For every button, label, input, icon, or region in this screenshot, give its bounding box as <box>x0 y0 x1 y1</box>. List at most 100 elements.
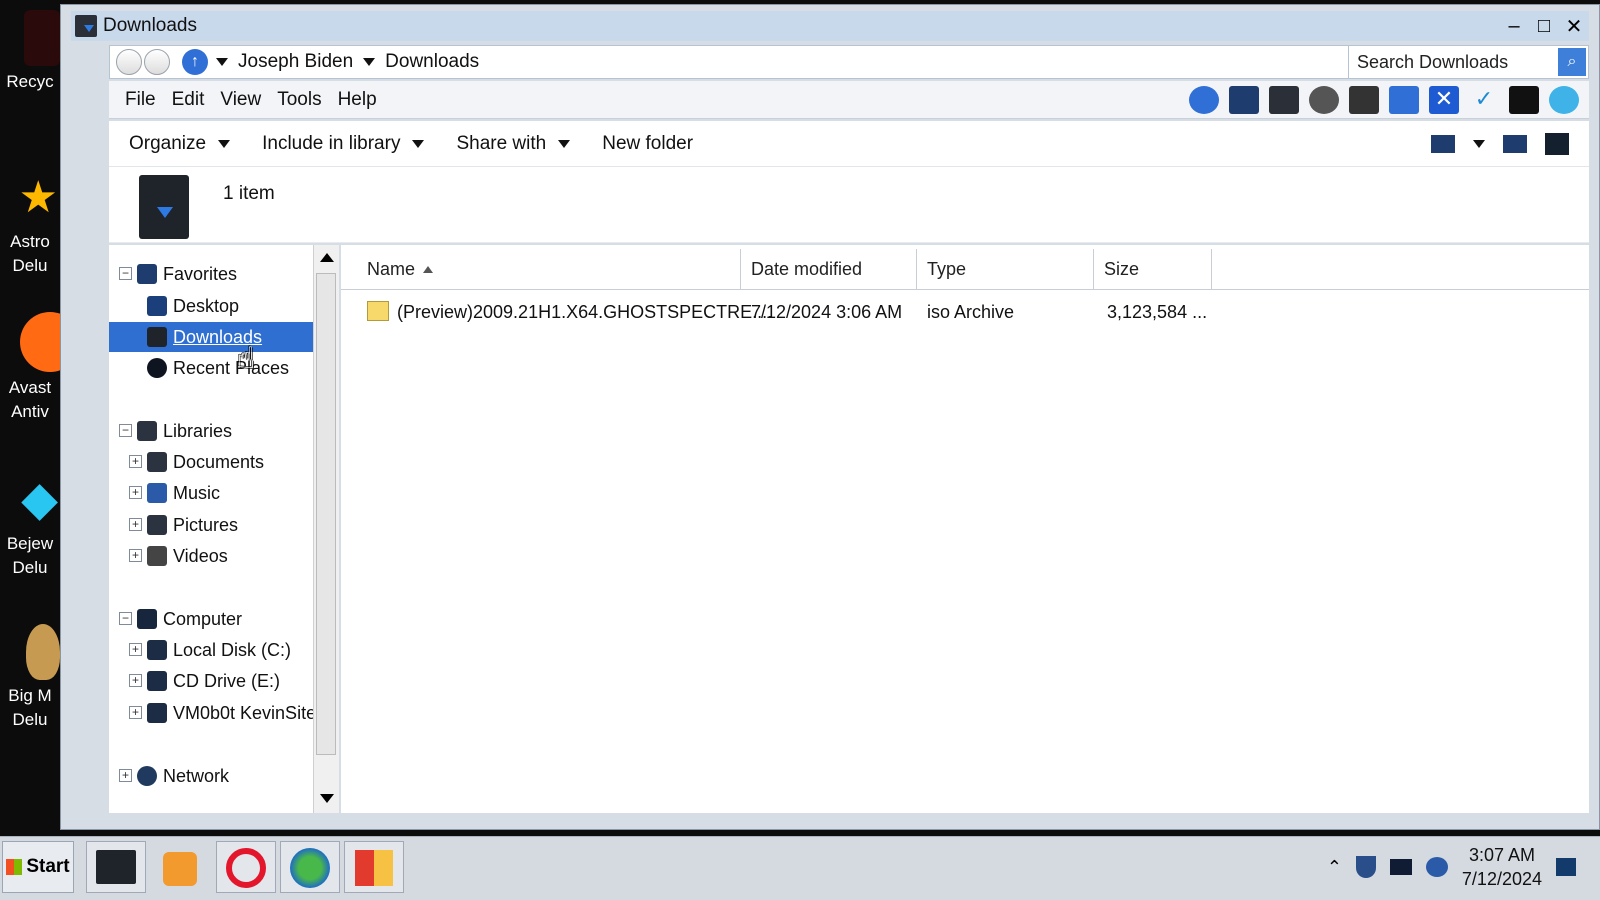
expand-icon[interactable]: + <box>129 674 142 687</box>
taskbar-ie-button[interactable] <box>280 841 340 893</box>
copy-icon[interactable] <box>1349 85 1379 114</box>
minimize-button[interactable]: – <box>1499 13 1529 39</box>
nav-item-network[interactable]: + Network <box>109 761 313 791</box>
table-row[interactable]: (Preview)2009.21H1.X64.GHOSTSPECTRE.... … <box>359 297 1219 327</box>
collapse-icon[interactable]: − <box>119 612 132 625</box>
sort-ascending-icon <box>423 265 434 273</box>
title-bar[interactable]: Downloads – □ ✕ <box>71 11 1589 41</box>
column-header-size[interactable]: Size <box>1094 249 1212 289</box>
back-button[interactable] <box>116 49 142 75</box>
search-box[interactable]: Search Downloads ⌕ <box>1348 46 1588 78</box>
nav-item-computer[interactable]: − Computer <box>109 604 313 634</box>
file-name: (Preview)2009.21H1.X64.GHOSTSPECTRE.... <box>397 301 773 322</box>
settings-icon[interactable] <box>1309 85 1339 114</box>
chevron-down-icon[interactable] <box>216 58 228 66</box>
delete-icon[interactable]: ✕ <box>1429 85 1459 114</box>
menu-bar: File Edit View Tools Help ✕ ✓ <box>109 81 1589 119</box>
expand-icon[interactable]: + <box>129 518 142 531</box>
nav-item-desktop[interactable]: Desktop <box>109 291 313 321</box>
start-button[interactable]: Start <box>2 841 74 893</box>
nav-item-cd-drive[interactable]: + CD Drive (E:) <box>109 666 313 696</box>
desktop-icon-big-money[interactable]: Big M Delu <box>0 624 60 732</box>
iso-file-icon <box>367 301 389 321</box>
menu-help[interactable]: Help <box>338 89 377 111</box>
check-icon[interactable]: ✓ <box>1469 86 1499 114</box>
taskbar-opera-button[interactable] <box>216 841 276 893</box>
network-status-icon[interactable] <box>1389 859 1412 875</box>
breadcrumb-downloads[interactable]: Downloads <box>385 51 479 73</box>
scroll-down-arrow[interactable] <box>320 794 334 803</box>
collapse-icon[interactable]: − <box>119 424 132 437</box>
menu-edit[interactable]: Edit <box>172 89 205 111</box>
nav-item-libraries[interactable]: − Libraries <box>109 416 313 446</box>
nav-item-favorites[interactable]: − Favorites <box>109 259 313 289</box>
drive-icon[interactable] <box>1509 85 1539 114</box>
chevron-down-icon[interactable] <box>1473 139 1485 148</box>
chevron-down-icon[interactable] <box>363 58 376 66</box>
nav-item-label: Libraries <box>163 420 233 441</box>
search-input[interactable]: Search Downloads <box>1357 52 1508 73</box>
shield-icon[interactable] <box>1355 856 1376 878</box>
desktop-icon-bejeweled[interactable]: ◆ Bejew Delu <box>0 472 60 580</box>
menu-tools[interactable]: Tools <box>277 89 321 111</box>
globe-icon[interactable] <box>1549 85 1579 114</box>
column-header-type[interactable]: Type <box>917 249 1094 289</box>
chevron-up-icon[interactable]: ⌃ <box>1327 857 1342 878</box>
action-center-icon[interactable] <box>1556 858 1576 876</box>
taskbar-explorer-button[interactable] <box>86 841 146 893</box>
forward-button[interactable] <box>144 49 170 75</box>
nav-item-recent-places[interactable]: Recent Places <box>109 353 313 383</box>
expand-icon[interactable]: + <box>129 706 142 719</box>
nav-item-local-disk[interactable]: + Local Disk (C:) <box>109 635 313 665</box>
volume-icon[interactable] <box>1425 857 1448 877</box>
view-options-icon[interactable] <box>1431 134 1455 153</box>
clock-time: 3:07 AM <box>1468 845 1535 865</box>
nav-item-pictures[interactable]: + Pictures <box>109 510 313 540</box>
column-header-date-modified[interactable]: Date modified <box>741 249 917 289</box>
include-in-library-button[interactable]: Include in library <box>262 133 425 155</box>
monitor-icon[interactable] <box>1229 85 1259 114</box>
menu-file[interactable]: File <box>125 89 156 111</box>
expand-icon[interactable]: + <box>129 486 142 499</box>
nav-item-documents[interactable]: + Documents <box>109 447 313 477</box>
preview-pane-icon[interactable] <box>1503 134 1527 153</box>
up-arrow-icon[interactable]: ↑ <box>182 49 208 75</box>
nav-scrollbar[interactable] <box>313 245 339 813</box>
breadcrumb[interactable]: Joseph Biden Downloads <box>216 51 479 73</box>
taskbar-media-player-button[interactable] <box>150 841 210 893</box>
details-pane: 1 item <box>109 167 1589 243</box>
help-icon[interactable] <box>1545 132 1569 155</box>
close-button[interactable]: ✕ <box>1559 13 1589 39</box>
chevron-down-icon <box>412 139 425 148</box>
maximize-button[interactable]: □ <box>1529 13 1559 39</box>
scrollbar-thumb[interactable] <box>316 273 336 755</box>
share-with-button[interactable]: Share with <box>456 133 571 155</box>
window-title: Downloads <box>103 15 197 36</box>
nav-item-music[interactable]: + Music <box>109 478 313 508</box>
column-size-label: Size <box>1104 258 1140 279</box>
document-icon[interactable] <box>1389 85 1419 114</box>
folder-icon[interactable] <box>1269 85 1299 114</box>
desktop-icon-recycle-bin[interactable]: Recyc <box>0 10 60 94</box>
nav-item-network-share[interactable]: + VM0b0t KevinSite <box>109 698 316 728</box>
scroll-up-arrow[interactable] <box>320 253 334 262</box>
new-folder-button[interactable]: New folder <box>602 133 693 155</box>
up-icon[interactable] <box>1189 85 1219 114</box>
clock[interactable]: 3:07 AM 7/12/2024 <box>1462 843 1542 891</box>
expand-icon[interactable]: + <box>129 549 142 562</box>
expand-icon[interactable]: + <box>129 455 142 468</box>
desktop-icon-avast[interactable]: Avast Antiv <box>0 312 80 424</box>
search-icon[interactable]: ⌕ <box>1558 48 1586 76</box>
menu-view[interactable]: View <box>220 89 261 111</box>
organize-button[interactable]: Organize <box>129 133 231 155</box>
taskbar-app-button[interactable] <box>344 841 404 893</box>
nav-item-videos[interactable]: + Videos <box>109 541 313 571</box>
column-header-name[interactable]: Name <box>341 249 741 289</box>
column-type-label: Type <box>927 258 967 279</box>
breadcrumb-user[interactable]: Joseph Biden <box>238 51 353 73</box>
expand-icon[interactable]: + <box>119 769 132 782</box>
nav-item-downloads[interactable]: Downloads <box>109 322 313 352</box>
expand-icon[interactable]: + <box>129 643 142 656</box>
desktop-icon-astro[interactable]: ★ Astro Delu <box>0 170 60 278</box>
collapse-icon[interactable]: − <box>119 267 132 280</box>
